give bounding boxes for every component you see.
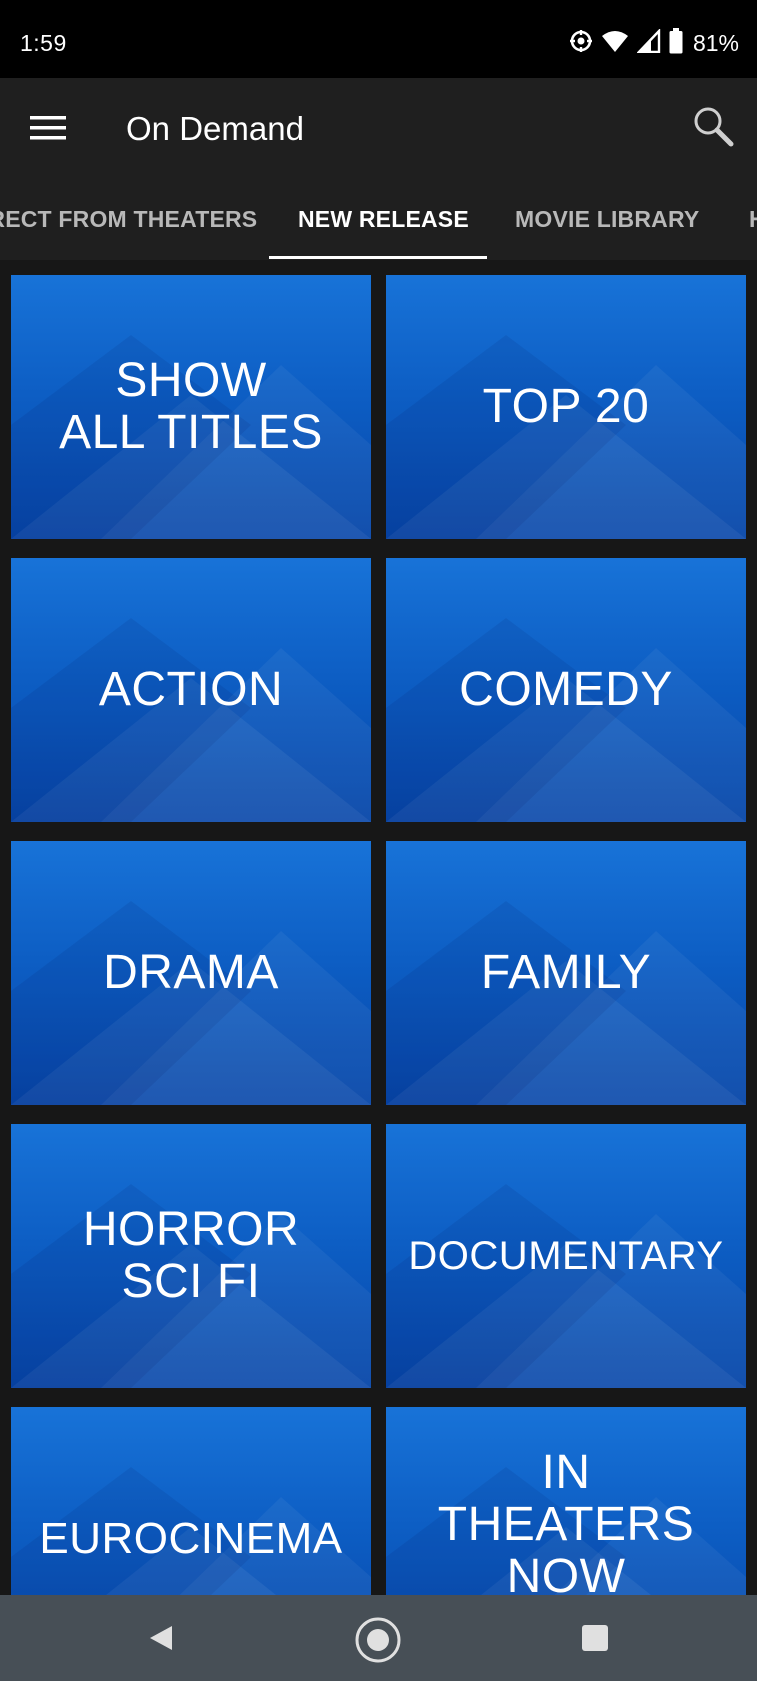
tile-in-theaters-now[interactable]: IN THEATERS NOW bbox=[386, 1407, 746, 1595]
recents-square-icon[interactable] bbox=[572, 1615, 618, 1661]
home-circle-icon[interactable] bbox=[353, 1615, 401, 1663]
tile-label: ACTION bbox=[98, 663, 284, 716]
tile-label: EUROCINEMA bbox=[39, 1514, 343, 1563]
tab-next[interactable]: H bbox=[749, 206, 757, 233]
system-nav-bar bbox=[0, 1595, 757, 1681]
battery-percent: 81% bbox=[692, 29, 739, 56]
back-triangle-icon[interactable] bbox=[138, 1615, 184, 1661]
app-bar: On Demand bbox=[0, 78, 757, 178]
tile-label: SHOW ALL TITLES bbox=[59, 354, 323, 459]
tab-movie-library[interactable]: MOVIE LIBRARY bbox=[515, 206, 699, 233]
hamburger-menu-icon[interactable] bbox=[30, 114, 66, 142]
tile-label: DRAMA bbox=[103, 946, 279, 999]
signal-icon bbox=[636, 27, 661, 58]
tile-comedy[interactable]: COMEDY bbox=[386, 558, 746, 822]
tab-direct-from-theaters[interactable]: DIRECT FROM THEATERS bbox=[0, 206, 257, 233]
active-tab-indicator bbox=[269, 256, 487, 259]
status-time: 1:59 bbox=[20, 30, 67, 56]
tile-label: IN THEATERS NOW bbox=[437, 1446, 695, 1596]
battery-icon bbox=[669, 27, 683, 59]
tile-label: HORROR SCI FI bbox=[82, 1203, 300, 1308]
wifi-icon bbox=[601, 29, 629, 58]
category-grid: SHOW ALL TITLES TOP 20 ACTION COMEDY DRA… bbox=[0, 260, 757, 1595]
tile-drama[interactable]: DRAMA bbox=[11, 841, 371, 1105]
status-bar: 1:59 81% bbox=[0, 0, 757, 78]
tile-top-20[interactable]: TOP 20 bbox=[386, 275, 746, 539]
status-icons: 81% bbox=[569, 27, 739, 59]
tile-label: DOCUMENTARY bbox=[408, 1234, 724, 1278]
tile-family[interactable]: FAMILY bbox=[386, 841, 746, 1105]
tile-horror-sci-fi[interactable]: HORROR SCI FI bbox=[11, 1124, 371, 1388]
search-icon[interactable] bbox=[691, 104, 735, 148]
tile-label: TOP 20 bbox=[482, 380, 650, 433]
tile-documentary[interactable]: DOCUMENTARY bbox=[386, 1124, 746, 1388]
page-title: On Demand bbox=[126, 110, 304, 147]
location-icon bbox=[569, 29, 593, 58]
tile-eurocinema[interactable]: EUROCINEMA bbox=[11, 1407, 371, 1595]
category-tabs: DIRECT FROM THEATERS NEW RELEASE MOVIE L… bbox=[0, 178, 757, 260]
tile-label: FAMILY bbox=[480, 946, 652, 999]
tile-show-all-titles[interactable]: SHOW ALL TITLES bbox=[11, 275, 371, 539]
tab-new-release[interactable]: NEW RELEASE bbox=[298, 206, 469, 233]
tile-action[interactable]: ACTION bbox=[11, 558, 371, 822]
tile-label: COMEDY bbox=[459, 663, 673, 716]
